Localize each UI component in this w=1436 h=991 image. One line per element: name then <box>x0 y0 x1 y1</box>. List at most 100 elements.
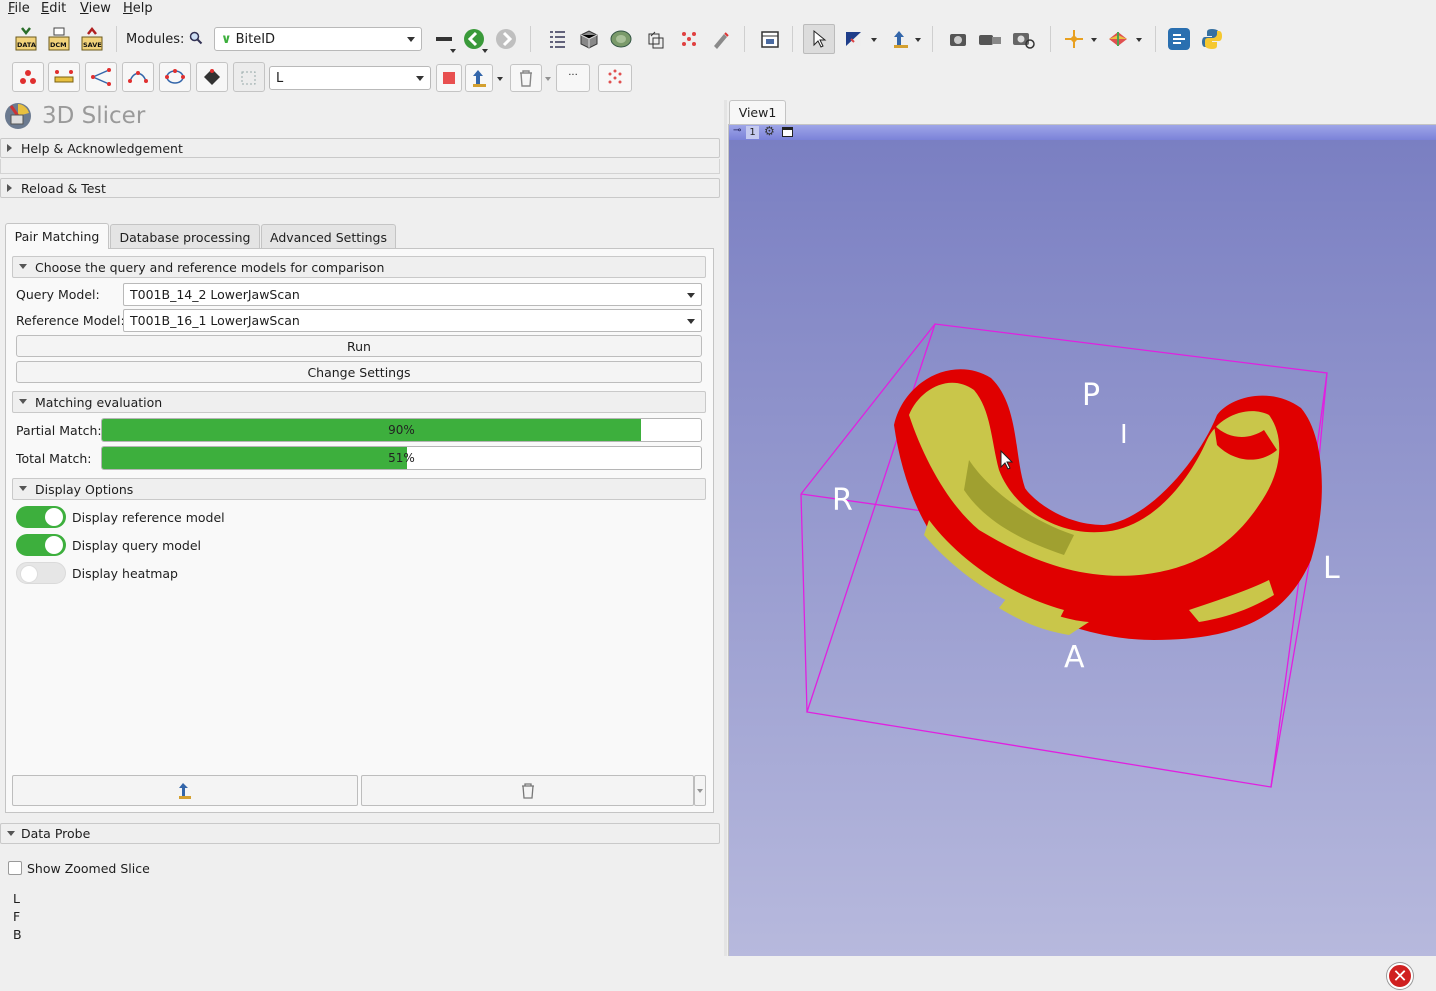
menu-file[interactable]: File <box>8 1 30 16</box>
view-settings-icon[interactable]: ⚙ <box>764 124 775 138</box>
more-options-button[interactable]: ··· <box>556 64 590 92</box>
help-section-header[interactable]: Help & Acknowledgement <box>0 138 720 158</box>
screenshot-icon[interactable] <box>944 25 972 53</box>
roi-markup-button[interactable] <box>233 62 265 92</box>
angle-markup-button[interactable] <box>85 62 117 92</box>
orientation-label-i: I <box>1120 420 1128 450</box>
chevron-down-icon[interactable] <box>1136 38 1142 42</box>
markups-module-icon[interactable] <box>675 25 703 53</box>
delete-dropdown-button[interactable] <box>694 775 706 806</box>
stop-placement-button[interactable] <box>436 64 462 92</box>
menu-view[interactable]: View <box>80 1 111 16</box>
chevron-down-icon[interactable] <box>1091 38 1097 42</box>
forward-button[interactable] <box>492 25 520 53</box>
maximize-view-icon[interactable] <box>782 127 793 137</box>
display-query-toggle[interactable] <box>16 534 66 556</box>
toggle-knob <box>45 508 63 526</box>
tab-database-processing-label: Database processing <box>119 229 251 245</box>
display-query-label: Display query model <box>72 538 202 553</box>
data-icon-label: DATA <box>17 41 36 49</box>
chevron-down-icon[interactable] <box>497 77 503 81</box>
search-icon[interactable] <box>189 31 203 48</box>
reference-model-selector[interactable]: T001B_16_1 LowerJawScan <box>123 309 702 332</box>
data-probe-section-label: Data Probe <box>21 826 91 841</box>
query-model-label: Query Model: <box>16 287 100 302</box>
display-reference-toggle[interactable] <box>16 506 66 528</box>
save-button[interactable]: SAVE <box>78 25 106 53</box>
slice-intersections-icon[interactable] <box>1104 25 1132 53</box>
capture-view-icon[interactable] <box>1010 25 1038 53</box>
probe-line-f: F <box>13 909 21 924</box>
crosshair-icon[interactable] <box>1060 25 1088 53</box>
chevron-down-icon[interactable] <box>871 38 877 42</box>
models-module-icon[interactable] <box>607 25 635 53</box>
menu-bar: File Edit View Help <box>0 0 1436 19</box>
markups-toolbar: L ··· <box>0 60 1436 96</box>
extension-wizard-icon[interactable] <box>1165 25 1193 53</box>
display-heatmap-toggle[interactable] <box>16 562 66 584</box>
place-fiducial-icon[interactable] <box>887 25 915 53</box>
main-toolbar: DATA DCM SAVE Modules: ∨ BiteID <box>0 20 1436 58</box>
slicer-logo-icon <box>5 103 31 129</box>
export-button[interactable] <box>12 775 358 806</box>
3d-view[interactable]: P I R L A <box>729 140 1436 956</box>
save-icon-label: SAVE <box>83 41 102 49</box>
change-settings-button[interactable]: Change Settings <box>16 361 702 383</box>
chevron-down-icon <box>697 788 703 793</box>
display-heatmap-label: Display heatmap <box>72 566 178 581</box>
pin-icon[interactable]: ⊸ <box>733 125 741 136</box>
tab-advanced-settings[interactable]: Advanced Settings <box>261 224 396 249</box>
reload-section-header[interactable]: Reload & Test <box>0 178 720 198</box>
point-list-button[interactable] <box>12 62 44 92</box>
segment-editor-icon[interactable] <box>707 25 735 53</box>
collapse-arrow-icon <box>19 399 27 404</box>
mouse-mode-select-button[interactable] <box>803 24 835 54</box>
stop-icon <box>443 72 455 84</box>
delete-button[interactable] <box>361 775 694 806</box>
markup-node-selector[interactable]: L <box>269 66 431 90</box>
window-level-icon[interactable] <box>840 25 868 53</box>
toolbar-separator <box>1155 26 1156 52</box>
data-probe-section-header[interactable]: Data Probe <box>0 823 720 844</box>
collapse-arrow-icon <box>19 264 27 269</box>
module-selector[interactable]: ∨ BiteID <box>214 27 422 51</box>
view-controller-bar: ⊸ 1 ⚙ <box>729 124 1436 140</box>
volumes-module-icon[interactable] <box>575 25 603 53</box>
chevron-down-icon[interactable] <box>915 38 921 42</box>
menu-help[interactable]: Help <box>123 1 153 16</box>
choose-models-section-header[interactable]: Choose the query and reference models fo… <box>12 256 706 278</box>
dcm-icon-label: DCM <box>50 41 67 49</box>
toolbar-separator <box>116 26 117 52</box>
display-options-section-header[interactable]: Display Options <box>12 478 706 500</box>
probe-line-b: B <box>13 927 22 942</box>
panel-splitter[interactable] <box>724 100 727 956</box>
partial-match-value: 90% <box>388 423 415 437</box>
visibility-toggle-button[interactable] <box>598 64 632 92</box>
line-markup-button[interactable] <box>48 62 80 92</box>
data-module-icon[interactable] <box>543 25 571 53</box>
show-zoomed-slice-label: Show Zoomed Slice <box>27 861 150 876</box>
load-dicom-button[interactable]: DCM <box>45 25 73 53</box>
extensions-manager-icon[interactable] <box>756 25 784 53</box>
query-model-selector[interactable]: T001B_14_2 LowerJawScan <box>123 283 702 306</box>
reference-model-value: T001B_16_1 LowerJawScan <box>130 313 300 328</box>
view-tab[interactable]: View1 <box>729 100 786 124</box>
place-persistent-button[interactable] <box>465 64 493 92</box>
toolbar-separator <box>932 26 933 52</box>
error-log-icon[interactable]: ✕ <box>1387 963 1413 989</box>
menu-edit[interactable]: Edit <box>41 1 66 16</box>
matching-evaluation-section-header[interactable]: Matching evaluation <box>12 391 706 413</box>
tab-database-processing[interactable]: Database processing <box>110 224 260 249</box>
curve-markup-button[interactable] <box>122 62 154 92</box>
modules-label: Modules: <box>126 32 185 47</box>
transforms-module-icon[interactable] <box>642 25 670 53</box>
plane-markup-button[interactable] <box>196 62 228 92</box>
load-data-button[interactable]: DATA <box>12 25 40 53</box>
delete-markup-button[interactable] <box>510 64 542 92</box>
scene-view-icon[interactable] <box>976 25 1004 53</box>
python-console-icon[interactable] <box>1198 25 1226 53</box>
tab-pair-matching[interactable]: Pair Matching <box>5 223 109 249</box>
closed-curve-markup-button[interactable] <box>159 62 191 92</box>
show-zoomed-slice-checkbox[interactable] <box>8 861 22 875</box>
run-button[interactable]: Run <box>16 335 702 357</box>
